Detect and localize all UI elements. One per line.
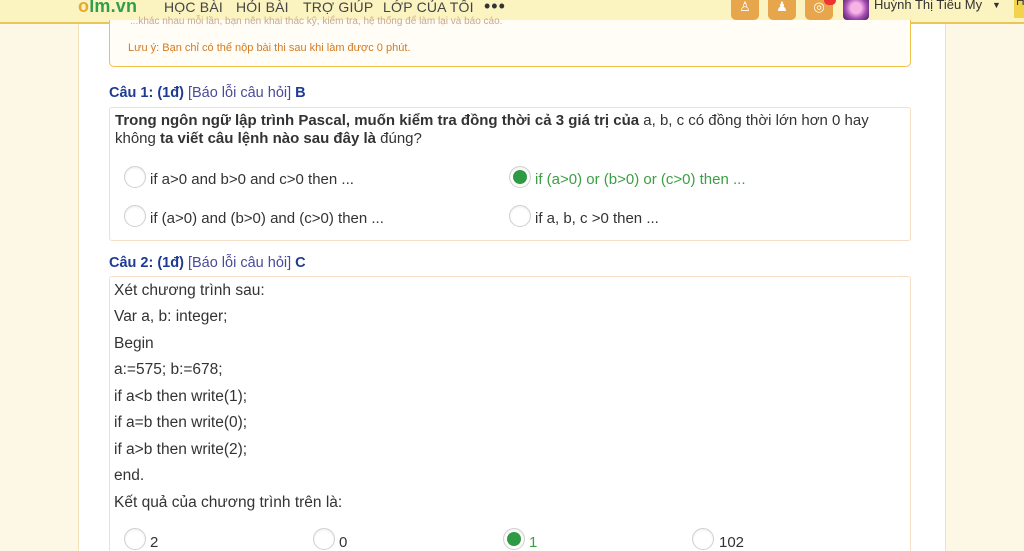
q2-option-d-radio[interactable] (692, 528, 714, 550)
user-name[interactable]: Huỳnh Thị Tiểu My (874, 0, 982, 12)
report-link[interactable]: [Báo lỗi câu hỏi] (188, 85, 291, 101)
site-logo[interactable]: olm.vn (78, 0, 137, 17)
q2-option-a-label[interactable]: 2 (150, 534, 158, 551)
nav-hoc-bai[interactable]: HỌC BÀI (164, 0, 223, 15)
friends-icon[interactable]: ♟ (768, 0, 796, 20)
notification-badge (824, 0, 836, 5)
q2-option-b-label[interactable]: 0 (339, 534, 347, 551)
q2-option-b-radio[interactable] (313, 528, 335, 550)
q1-option-c-label[interactable]: if (a>0) and (b>0) and (c>0) then ... (150, 210, 384, 227)
answer-key: B (295, 85, 306, 101)
question-1-header: Câu 1: (1đ) [Báo lỗi câu hỏi] B (109, 85, 306, 101)
question-number: Câu 2: (1đ) (109, 255, 184, 271)
avatar[interactable] (843, 0, 869, 20)
q2-option-d-label[interactable]: 102 (719, 534, 744, 551)
question-2-line: end. (114, 467, 145, 484)
nav-lop-cua-toi[interactable]: LỚP CỦA TÔI (383, 0, 474, 15)
question-2-line: a:=575; b:=678; (114, 361, 223, 378)
edge-button[interactable]: H (1014, 0, 1024, 18)
q2-option-a-radio[interactable] (124, 528, 146, 550)
question-1-prompt: Trong ngôn ngữ lập trình Pascal, muốn ki… (115, 112, 869, 147)
notice-box: ...khác nhau mỗi lần, bạn nên khai thác … (109, 16, 911, 67)
more-menu-icon[interactable]: ••• (484, 0, 506, 17)
q1-option-c-radio[interactable] (124, 205, 146, 227)
q2-option-c-radio[interactable] (503, 528, 525, 550)
question-2-line: Xét chương trình sau: (114, 282, 265, 299)
question-number: Câu 1: (1đ) (109, 85, 184, 101)
notice-cut-text: ...khác nhau mỗi lần, bạn nên khai thác … (130, 16, 503, 27)
answer-key: C (295, 255, 306, 271)
person-icon[interactable]: ♙ (731, 0, 759, 20)
notice-text: Lưu ý: Bạn chỉ có thể nộp bài thi sau kh… (128, 42, 411, 54)
question-2-line: if a<b then write(1); (114, 388, 248, 405)
q1-option-d-label[interactable]: if a, b, c >0 then ... (535, 210, 659, 227)
chevron-down-icon[interactable]: ▼ (992, 0, 1001, 10)
nav-tro-giup[interactable]: TRỢ GIÚP (303, 0, 373, 15)
q2-option-c-label[interactable]: 1 (529, 534, 537, 551)
question-2-line: Var a, b: integer; (114, 308, 228, 325)
q1-option-b-label[interactable]: if (a>0) or (b>0) or (c>0) then ... (535, 171, 746, 188)
question-2-line: Begin (114, 335, 154, 352)
question-2-line: if a>b then write(2); (114, 441, 248, 458)
question-2-line: if a=b then write(0); (114, 414, 248, 431)
q1-option-d-radio[interactable] (509, 205, 531, 227)
q1-option-a-label[interactable]: if a>0 and b>0 and c>0 then ... (150, 171, 354, 188)
question-2-question-text: Kết quả của chương trình trên là: (114, 494, 343, 511)
q1-option-a-radio[interactable] (124, 166, 146, 188)
question-2-header: Câu 2: (1đ) [Báo lỗi câu hỏi] C (109, 255, 306, 271)
report-link[interactable]: [Báo lỗi câu hỏi] (188, 255, 291, 271)
q1-option-b-radio[interactable] (509, 166, 531, 188)
nav-hoi-bai[interactable]: HỎI BÀI (236, 0, 289, 15)
